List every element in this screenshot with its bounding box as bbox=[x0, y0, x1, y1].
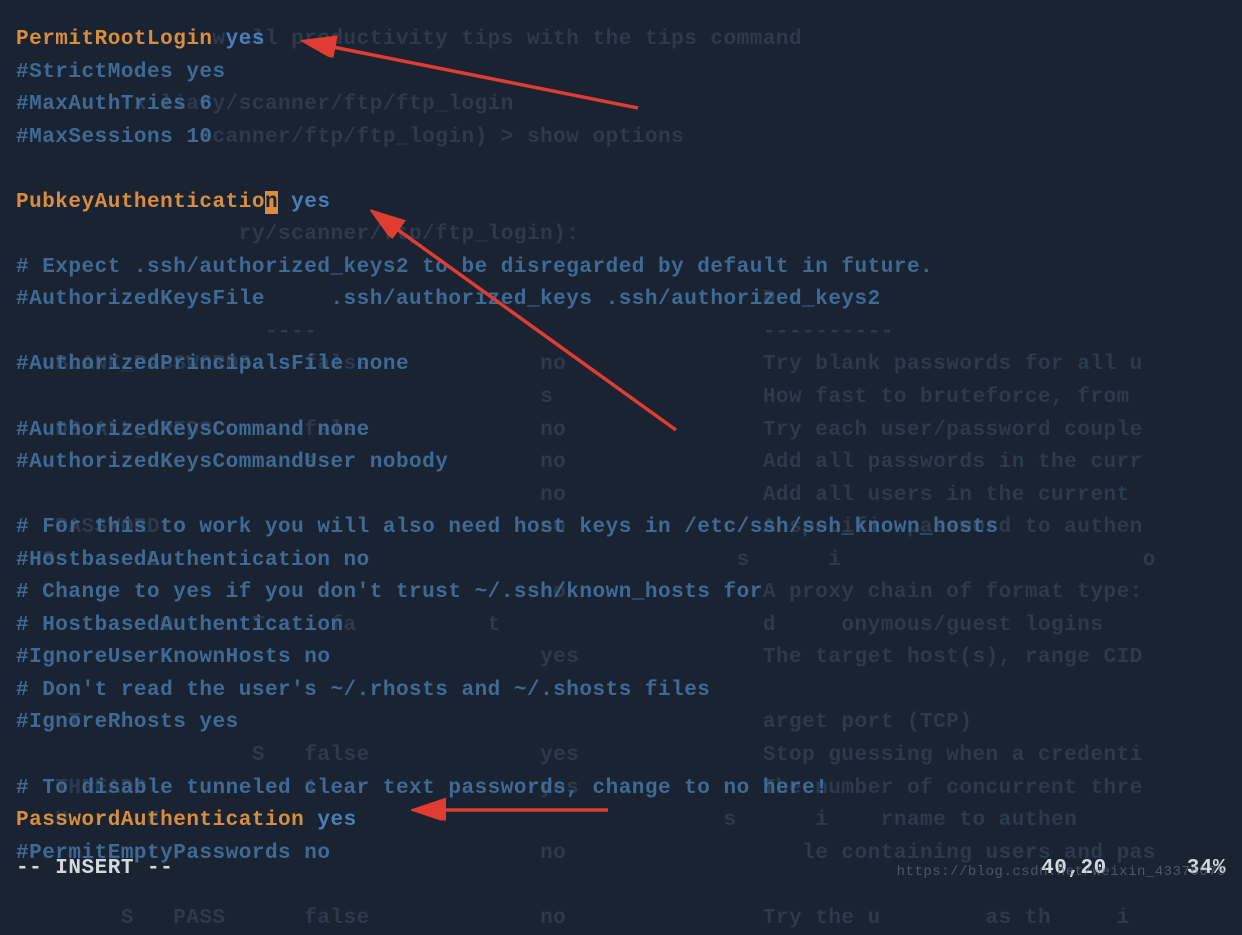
segment-comment: #AuthorizedPrincipalsFile none bbox=[16, 353, 409, 376]
editor-line[interactable]: #StrictModes yes bbox=[16, 57, 1226, 90]
segment-comment: #MaxAuthTries 6 bbox=[16, 93, 213, 116]
editor-line[interactable]: #HostbasedAuthentication no bbox=[16, 545, 1226, 578]
editor-line[interactable]: #AuthorizedKeysFile .ssh/authorized_keys… bbox=[16, 284, 1226, 317]
segment-value-bold: yes bbox=[317, 809, 356, 832]
editor-line[interactable]: # Expect .ssh/authorized_keys2 to be dis… bbox=[16, 252, 1226, 285]
editor-line[interactable]: PubkeyAuthentication yes bbox=[16, 187, 1226, 220]
editor-blank-line[interactable] bbox=[16, 382, 1226, 415]
vim-mode-indicator: -- INSERT -- bbox=[16, 853, 173, 886]
segment-value-bold: yes bbox=[226, 28, 265, 51]
segment-value-bold: yes bbox=[291, 191, 330, 214]
segment-comment: #HostbasedAuthentication no bbox=[16, 549, 370, 572]
segment-comment: #AuthorizedKeysCommandUser nobody bbox=[16, 451, 448, 474]
segment-comment: # To disable tunneled clear text passwor… bbox=[16, 777, 828, 800]
segment-comment: # Change to yes if you don't trust ~/.ss… bbox=[16, 581, 763, 604]
editor-blank-line[interactable] bbox=[16, 219, 1226, 252]
editor-line[interactable]: # For this to work you will also need ho… bbox=[16, 512, 1226, 545]
editor-blank-line[interactable] bbox=[16, 740, 1226, 773]
editor-line[interactable]: #IgnoreRhosts yes bbox=[16, 707, 1226, 740]
editor-line[interactable]: #IgnoreUserKnownHosts no bbox=[16, 642, 1226, 675]
editor-line[interactable]: # To disable tunneled clear text passwor… bbox=[16, 773, 1226, 806]
segment-comment: # For this to work you will also need ho… bbox=[16, 516, 999, 539]
editor-line[interactable]: PasswordAuthentication yes bbox=[16, 805, 1226, 838]
segment-cursor-bg: n bbox=[265, 191, 278, 214]
segment-comment: # Expect .ssh/authorized_keys2 to be dis… bbox=[16, 256, 933, 279]
segment-comment: #IgnoreUserKnownHosts no bbox=[16, 646, 330, 669]
editor-line[interactable]: #MaxSessions 10 bbox=[16, 122, 1226, 155]
segment-directive: PermitRootLogin bbox=[16, 28, 226, 51]
segment-comment: # HostbasedAuthentication bbox=[16, 614, 344, 637]
editor-blank-line[interactable] bbox=[16, 480, 1226, 513]
segment-directive bbox=[278, 191, 291, 214]
editor-line[interactable]: #AuthorizedPrincipalsFile none bbox=[16, 349, 1226, 382]
editor-line[interactable]: #AuthorizedKeysCommandUser nobody bbox=[16, 447, 1226, 480]
editor-buffer[interactable]: PermitRootLogin yes#StrictModes yes#MaxA… bbox=[16, 24, 1226, 870]
editor-blank-line[interactable] bbox=[16, 317, 1226, 350]
segment-comment: #StrictModes yes bbox=[16, 61, 226, 84]
segment-comment: #AuthorizedKeysCommand none bbox=[16, 419, 370, 442]
editor-line[interactable]: #MaxAuthTries 6 bbox=[16, 89, 1226, 122]
editor-line[interactable]: # Don't read the user's ~/.rhosts and ~/… bbox=[16, 675, 1226, 708]
segment-comment: #AuthorizedKeysFile .ssh/authorized_keys… bbox=[16, 288, 881, 311]
editor-line[interactable]: # HostbasedAuthentication bbox=[16, 610, 1226, 643]
segment-comment: # Don't read the user's ~/.rhosts and ~/… bbox=[16, 679, 710, 702]
editor-line[interactable]: #AuthorizedKeysCommand none bbox=[16, 415, 1226, 448]
editor-line[interactable]: # Change to yes if you don't trust ~/.ss… bbox=[16, 577, 1226, 610]
editor-line[interactable]: PermitRootLogin yes bbox=[16, 24, 1226, 57]
segment-comment: #MaxSessions 10 bbox=[16, 126, 213, 149]
ghost-line: S PASS false no Try the u as th i bbox=[16, 903, 1156, 935]
editor-blank-line[interactable] bbox=[16, 154, 1226, 187]
segment-comment: #IgnoreRhosts yes bbox=[16, 711, 239, 734]
segment-directive: PasswordAuthentication bbox=[16, 809, 317, 832]
segment-directive: PubkeyAuthenticatio bbox=[16, 191, 265, 214]
watermark-text: https://blog.csdn.net/weixin_43376075 bbox=[897, 862, 1226, 884]
